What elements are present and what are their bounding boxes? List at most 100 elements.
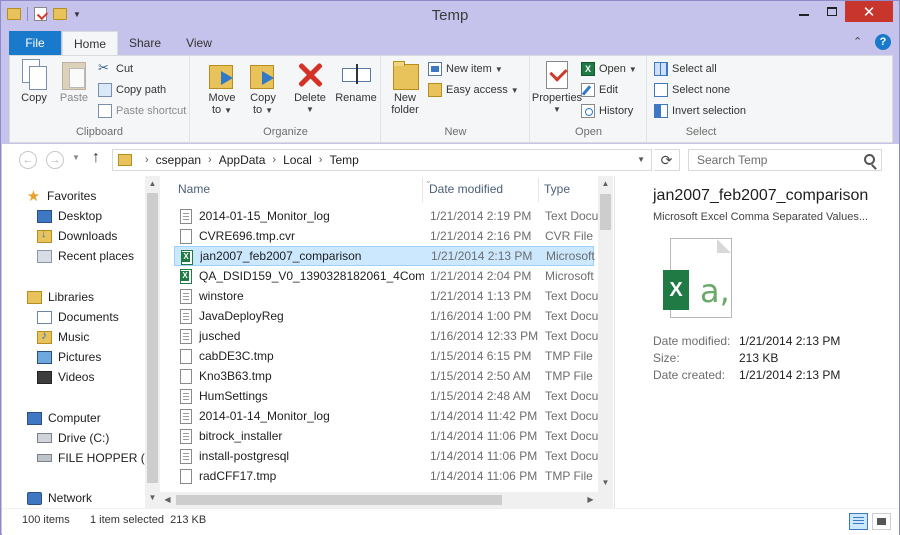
file-name: radCFF17.tmp [199,469,277,483]
close-button[interactable]: ✕ [845,1,893,22]
recent-locations-icon[interactable]: ▼ [72,153,80,162]
new-item-label: New item [446,63,492,75]
chevron-up-icon[interactable]: ⌃ [853,35,862,48]
copy-to-button[interactable]: Copy to ▼ [244,59,282,117]
nav-item-downloads[interactable]: Downloads [37,226,117,246]
nav-item-drive-c[interactable]: Drive (C:) [37,428,109,448]
tab-share[interactable]: Share [119,31,171,55]
nav-libraries[interactable]: Libraries [27,287,94,307]
column-header-date-modified[interactable]: Date modified [429,176,503,203]
select-none-button[interactable]: Select none [654,81,730,99]
chevron-right-icon[interactable]: › [319,154,323,166]
chevron-right-icon[interactable]: › [272,154,276,166]
excel-badge: X [663,270,689,310]
breadcrumb-cseppan[interactable]: cseppan [156,153,201,167]
properties-button[interactable]: Properties ▼ [531,59,583,116]
chevron-right-icon[interactable]: › [145,154,149,166]
table-row[interactable]: cabDE3C.tmp 1/15/2014 6:15 PM TMP File [174,346,594,366]
cut-button[interactable]: Cut [98,60,133,78]
chevron-right-icon[interactable]: › [208,154,212,166]
nav-computer[interactable]: Computer [27,408,101,428]
copy-button[interactable]: Copy [16,59,52,104]
nav-item-pictures[interactable]: Pictures [37,347,101,367]
table-row[interactable]: HumSettings1/15/2014 2:48 AMText Documen… [174,386,611,406]
table-row[interactable]: CVRE696.tmp.cvr 1/21/2014 2:16 PM CVR File [174,226,594,246]
move-to-button[interactable]: Move to ▼ [203,59,241,117]
scrollbar-thumb[interactable] [600,194,611,230]
tab-home[interactable]: Home [62,31,118,56]
edit-button[interactable]: Edit [581,81,618,99]
scroll-up-icon[interactable]: ▲ [145,176,160,191]
nav-item-documents[interactable]: Documents [37,307,119,327]
easy-access-button[interactable]: Easy access ▼ [428,81,519,99]
column-divider[interactable] [538,178,539,202]
table-row[interactable]: radCFF17.tmp 1/14/2014 11:06 PM TMP File [174,466,594,486]
table-row[interactable]: jan2007_feb2007_comparison 1/21/2014 2:13… [174,246,612,266]
rename-button[interactable]: Rename [334,59,378,104]
forward-button[interactable]: → [46,151,64,169]
chevron-down-icon[interactable]: ▼ [637,155,645,164]
copy-path-button[interactable]: Copy path [98,81,166,99]
refresh-button[interactable]: ⟳ [654,149,680,171]
date-created-label: Date created: [653,368,726,382]
select-all-button[interactable]: Select all [654,60,717,78]
minimize-button[interactable] [790,1,818,22]
title-bar[interactable]: ▼ Temp ✕ [1,1,899,31]
scroll-up-icon[interactable]: ▲ [598,176,613,191]
table-row[interactable]: QA_DSID159_V0_1390328182061_4Comparison 1… [174,266,611,286]
table-row[interactable]: bitrock_installer 1/14/2014 11:06 PM Text … [174,426,611,446]
table-row[interactable]: 2014-01-15_Monitor_log 1/21/2014 2:19 PM T… [174,206,611,226]
recent-places-icon [37,249,52,263]
search-input[interactable]: Search Temp [688,149,882,171]
file-list-vertical-scrollbar[interactable]: ▲ ▼ [598,176,613,492]
tab-file[interactable]: File [9,31,61,55]
new-folder-button[interactable]: New folder [386,59,424,116]
nav-item-music[interactable]: Music [37,327,89,347]
nav-item-desktop[interactable]: Desktop [37,206,102,226]
copy-to-icon [248,59,278,89]
details-view-icon[interactable] [849,513,868,530]
scroll-down-icon[interactable]: ▼ [145,490,160,505]
nav-item-videos[interactable]: Videos [37,367,94,387]
tab-view[interactable]: View [171,31,227,55]
nav-network[interactable]: Network [27,488,92,508]
nav-item-recent-places[interactable]: Recent places [37,246,134,266]
file-list-horizontal-scrollbar[interactable]: ◀ ▶ [160,492,613,508]
column-divider[interactable] [422,178,423,202]
paste-button[interactable]: Paste [56,59,92,104]
scroll-right-icon[interactable]: ▶ [583,492,598,508]
scroll-down-icon[interactable]: ▼ [598,475,613,490]
nav-favorites[interactable]: ★ Favorites [26,186,97,206]
breadcrumb-local[interactable]: Local [283,153,312,167]
column-header-name[interactable]: Name [178,176,210,203]
large-icons-view-icon[interactable] [872,513,891,530]
maximize-button[interactable] [818,1,845,22]
paste-shortcut-button[interactable]: Paste shortcut [98,102,186,120]
table-row[interactable]: JavaDeployReg1/16/2014 1:00 PMText Docum… [174,306,611,326]
search-icon[interactable] [864,154,875,165]
breadcrumb-appdata[interactable]: AppData [219,153,266,167]
new-item-button[interactable]: New item ▼ [428,60,503,78]
nav-pane-scrollbar[interactable]: ▲ ▼ [145,176,160,508]
move-to-icon [207,59,237,89]
table-row[interactable]: install-postgresql 1/14/2014 11:06 PM Text… [174,446,611,466]
scrollbar-thumb[interactable] [147,193,158,483]
open-button[interactable]: X Open ▼ [581,60,637,78]
table-row[interactable]: jusched1/16/2014 12:33 PMText Document [174,326,611,346]
table-row[interactable]: 2014-01-14_Monitor_log 1/14/2014 11:42 PM… [174,406,611,426]
table-row[interactable]: Kno3B63.tmp 1/15/2014 2:50 AM TMP File [174,366,594,386]
scrollbar-thumb[interactable] [176,495,502,505]
invert-selection-button[interactable]: Invert selection [654,102,746,120]
nav-item-file-hopper[interactable]: FILE HOPPER (D:) [37,448,161,468]
up-arrow-icon[interactable]: ↑ [92,149,100,167]
column-header-type[interactable]: Type [544,176,570,203]
scroll-left-icon[interactable]: ◀ [160,492,175,508]
address-bar[interactable]: › cseppan › AppData › Local › Temp ▼ [112,149,652,171]
file-name: jusched [199,329,241,343]
delete-button[interactable]: Delete ▼ [291,59,329,116]
breadcrumb-temp[interactable]: Temp [329,153,358,167]
history-button[interactable]: History [581,102,633,120]
table-row[interactable]: winstore1/21/2014 1:13 PMText Document [174,286,611,306]
help-icon[interactable]: ? [875,34,891,50]
back-button[interactable]: ← [19,151,37,169]
